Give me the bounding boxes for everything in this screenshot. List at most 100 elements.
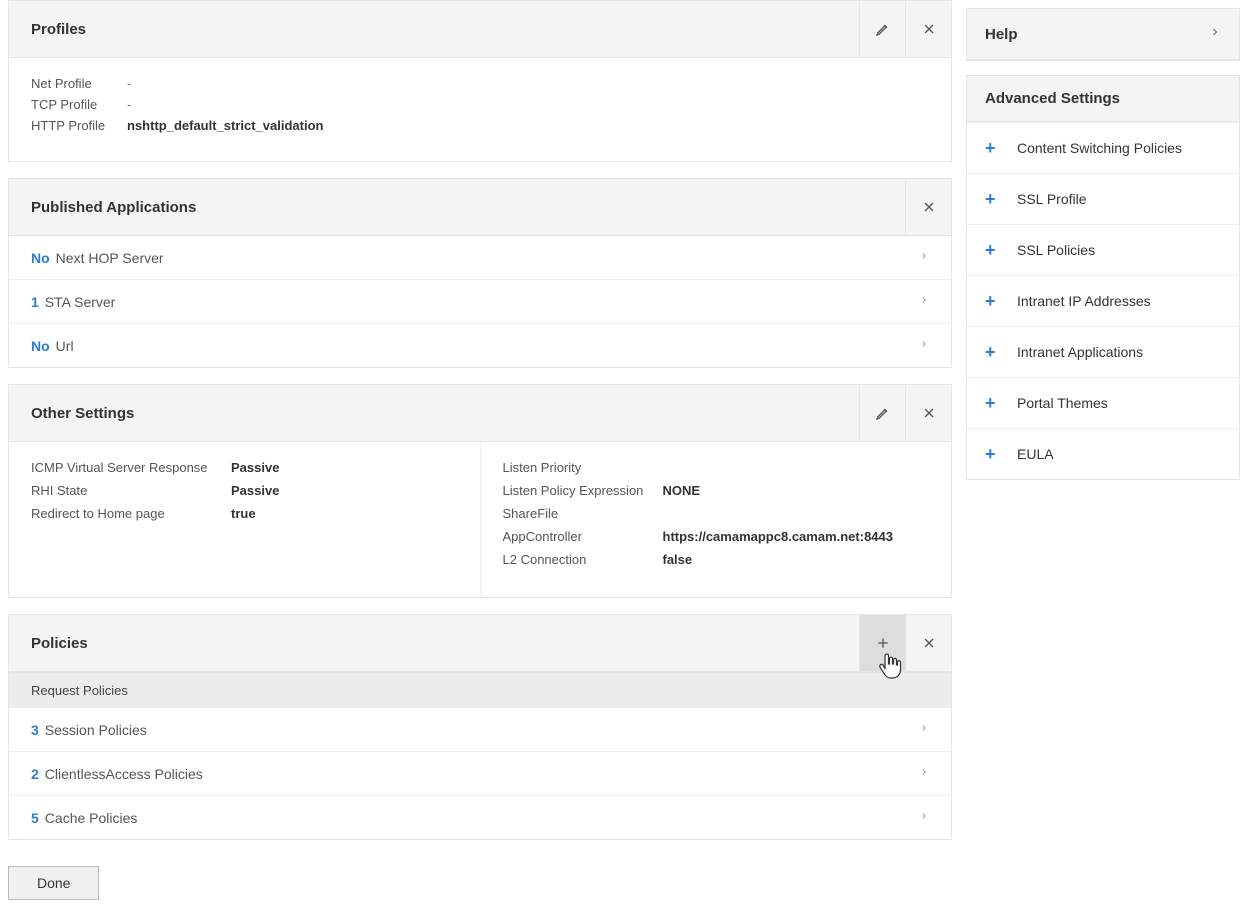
plus-icon: +	[985, 445, 1005, 463]
edit-icon[interactable]	[859, 385, 905, 441]
advanced-item-label: SSL Policies	[1017, 242, 1095, 258]
other-settings-panel: Other Settings ICMP Virtual Server Respo…	[8, 384, 952, 598]
profile-value: -	[127, 97, 131, 112]
done-button[interactable]: Done	[8, 866, 99, 900]
advanced-settings-panel: Advanced Settings + Content Switching Po…	[966, 75, 1240, 480]
policies-title: Policies	[9, 617, 859, 670]
plus-icon: +	[985, 394, 1005, 412]
other-settings-right: Listen Priority Listen Policy Expression…	[481, 442, 952, 597]
advanced-item-label: SSL Profile	[1017, 191, 1087, 207]
kv-l2: L2 Connection false	[503, 552, 930, 567]
kv-value: https://camamappc8.camam.net:8443	[663, 529, 893, 544]
list-count: No	[31, 338, 50, 354]
chevron-right-icon	[919, 292, 929, 311]
kv-redirect: Redirect to Home page true	[31, 506, 458, 521]
chevron-right-icon	[919, 808, 929, 827]
policies-list: 3 Session Policies 2 ClientlessAccess Po…	[9, 708, 951, 839]
advanced-item-eula[interactable]: + EULA	[967, 428, 1239, 479]
kv-value: Passive	[231, 483, 279, 498]
advanced-item-label: Content Switching Policies	[1017, 140, 1182, 156]
advanced-settings-title: Advanced Settings	[985, 90, 1120, 107]
kv-value: true	[231, 506, 256, 521]
close-icon[interactable]	[905, 1, 951, 57]
plus-icon: +	[985, 139, 1005, 157]
policies-header: Policies	[9, 615, 951, 672]
kv-icmp: ICMP Virtual Server Response Passive	[31, 460, 458, 475]
kv-key: RHI State	[31, 483, 231, 498]
kv-key: ICMP Virtual Server Response	[31, 460, 231, 475]
advanced-item-label: Portal Themes	[1017, 395, 1108, 411]
list-item-session-policies[interactable]: 3 Session Policies	[9, 708, 951, 751]
chevron-right-icon	[919, 764, 929, 783]
list-count: 3	[31, 722, 39, 738]
list-count: 2	[31, 766, 39, 782]
kv-appcontroller: AppController https://camamappc8.camam.n…	[503, 529, 930, 544]
advanced-item-content-switching[interactable]: + Content Switching Policies	[967, 122, 1239, 173]
profile-row-tcp: TCP Profile -	[31, 97, 929, 112]
help-header[interactable]: Help	[967, 9, 1239, 60]
profile-label: HTTP Profile	[31, 118, 127, 133]
list-text: Cache Policies	[45, 810, 919, 826]
list-count: 5	[31, 810, 39, 826]
list-item-clientless-policies[interactable]: 2 ClientlessAccess Policies	[9, 751, 951, 795]
profiles-body: Net Profile - TCP Profile - HTTP Profile…	[9, 58, 951, 161]
policies-panel: Policies Request Policies 3 Session Poli…	[8, 614, 952, 840]
profile-label: Net Profile	[31, 76, 127, 91]
kv-value: NONE	[663, 483, 701, 498]
advanced-item-portal-themes[interactable]: + Portal Themes	[967, 377, 1239, 428]
profile-label: TCP Profile	[31, 97, 127, 112]
advanced-item-intranet-ip[interactable]: + Intranet IP Addresses	[967, 275, 1239, 326]
list-text: ClientlessAccess Policies	[45, 766, 919, 782]
plus-icon: +	[985, 292, 1005, 310]
other-settings-left: ICMP Virtual Server Response Passive RHI…	[9, 442, 481, 597]
advanced-settings-header: Advanced Settings	[967, 76, 1239, 122]
edit-icon[interactable]	[859, 1, 905, 57]
profile-value: -	[127, 76, 131, 91]
advanced-item-ssl-policies[interactable]: + SSL Policies	[967, 224, 1239, 275]
kv-rhi: RHI State Passive	[31, 483, 458, 498]
request-policies-subhead: Request Policies	[9, 672, 951, 708]
list-item-cache-policies[interactable]: 5 Cache Policies	[9, 795, 951, 839]
published-apps-title: Published Applications	[9, 181, 905, 234]
profiles-panel: Profiles Net Profile - TCP Profile -	[8, 0, 952, 162]
list-text: Url	[56, 338, 919, 354]
list-count: No	[31, 250, 50, 266]
list-text: Session Policies	[45, 722, 919, 738]
kv-key: Listen Policy Expression	[503, 483, 663, 498]
advanced-item-label: EULA	[1017, 446, 1054, 462]
published-apps-list: No Next HOP Server 1 STA Server No Url	[9, 236, 951, 367]
list-item-next-hop[interactable]: No Next HOP Server	[9, 236, 951, 279]
chevron-right-icon	[1209, 23, 1221, 45]
kv-key: AppController	[503, 529, 663, 544]
other-settings-title: Other Settings	[9, 387, 859, 440]
add-icon[interactable]	[859, 615, 905, 671]
profiles-header: Profiles	[9, 1, 951, 58]
plus-icon: +	[985, 241, 1005, 259]
kv-key: L2 Connection	[503, 552, 663, 567]
profile-row-net: Net Profile -	[31, 76, 929, 91]
help-title: Help	[985, 26, 1018, 43]
kv-value: false	[663, 552, 693, 567]
kv-key: Listen Priority	[503, 460, 663, 475]
advanced-item-label: Intranet Applications	[1017, 344, 1143, 360]
other-settings-header: Other Settings	[9, 385, 951, 442]
other-settings-body: ICMP Virtual Server Response Passive RHI…	[9, 442, 951, 597]
close-icon[interactable]	[905, 615, 951, 671]
close-icon[interactable]	[905, 179, 951, 235]
list-item-sta[interactable]: 1 STA Server	[9, 279, 951, 323]
list-item-url[interactable]: No Url	[9, 323, 951, 367]
kv-listen-priority: Listen Priority	[503, 460, 930, 475]
advanced-item-intranet-apps[interactable]: + Intranet Applications	[967, 326, 1239, 377]
profile-value: nshttp_default_strict_validation	[127, 118, 323, 133]
list-text: Next HOP Server	[56, 250, 919, 266]
advanced-item-ssl-profile[interactable]: + SSL Profile	[967, 173, 1239, 224]
list-count: 1	[31, 294, 39, 310]
help-panel[interactable]: Help	[966, 8, 1240, 61]
chevron-right-icon	[919, 336, 929, 355]
list-text: STA Server	[45, 294, 919, 310]
chevron-right-icon	[919, 248, 929, 267]
advanced-item-label: Intranet IP Addresses	[1017, 293, 1151, 309]
close-icon[interactable]	[905, 385, 951, 441]
profiles-title: Profiles	[9, 3, 859, 56]
kv-key: Redirect to Home page	[31, 506, 231, 521]
